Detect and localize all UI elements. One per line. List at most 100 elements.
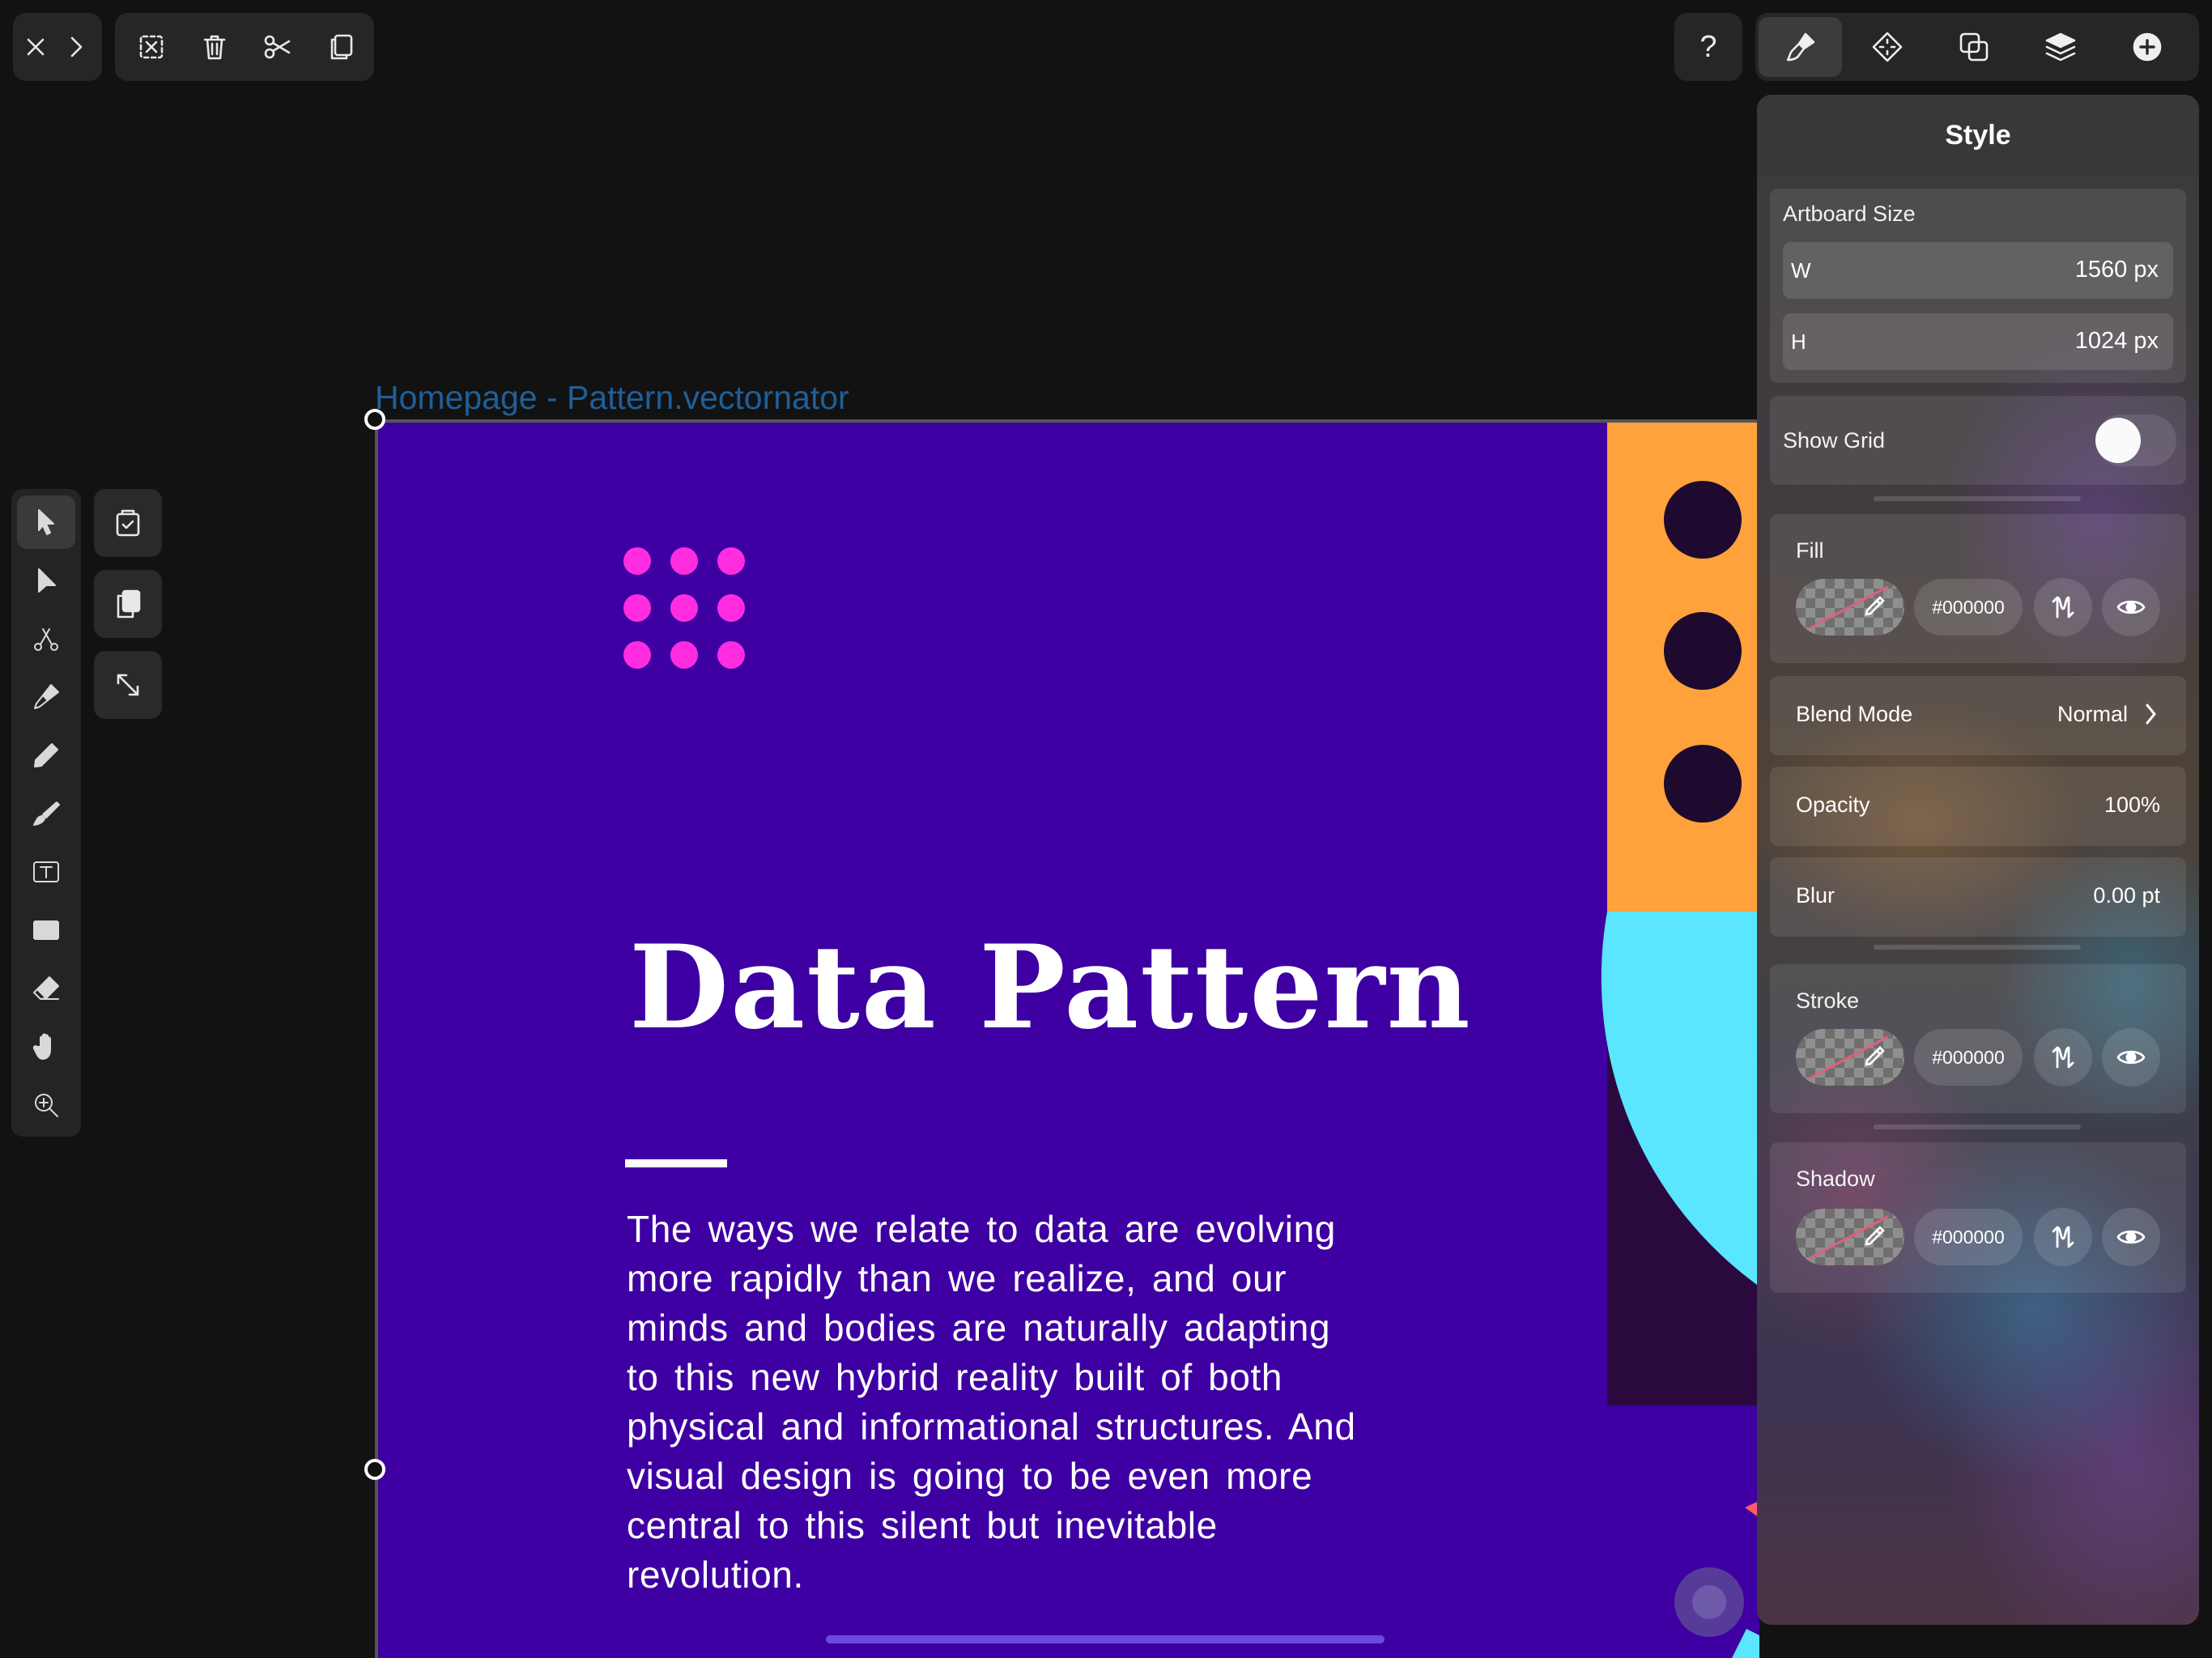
- eyedropper-icon: [1865, 596, 1885, 616]
- stroke-swap-button[interactable]: [2034, 1028, 2092, 1086]
- arrange-icon: [1872, 32, 1902, 62]
- tool-pencil[interactable]: [17, 729, 75, 782]
- trash-icon: [203, 35, 226, 60]
- zoom-icon: [35, 1094, 58, 1117]
- panel-title: Style: [1757, 95, 2199, 176]
- width-value: 1560 px: [2074, 257, 2159, 283]
- stroke-card: Stroke #000000: [1770, 964, 2186, 1113]
- section-divider: [1874, 945, 2081, 950]
- paste-button[interactable]: [94, 489, 162, 557]
- copy-icon: [117, 589, 141, 619]
- text-icon: [33, 861, 59, 882]
- section-divider: [1874, 496, 2081, 501]
- fill-card: Fill #000000: [1770, 514, 2186, 663]
- shadow-swatch[interactable]: [1796, 1209, 1904, 1265]
- tab-layers[interactable]: [2018, 17, 2102, 77]
- opacity-label: Opacity: [1796, 793, 1870, 817]
- tab-path-operations[interactable]: [1932, 17, 2015, 77]
- artboard-title[interactable]: Homepage - Pattern.vectornator: [375, 379, 849, 417]
- swap-icon: [2052, 596, 2074, 619]
- blur-row[interactable]: Blur 0.00 pt: [1770, 857, 2186, 937]
- opacity-value: 100%: [2104, 793, 2160, 817]
- opacity-row[interactable]: Opacity 100%: [1770, 767, 2186, 846]
- section-divider: [1874, 1124, 2081, 1129]
- shadow-label: Shadow: [1796, 1167, 1875, 1191]
- delete-button[interactable]: [183, 13, 246, 81]
- tool-direct-select[interactable]: [17, 554, 75, 607]
- shadow-visibility-button[interactable]: [2102, 1208, 2160, 1266]
- width-key: W: [1791, 258, 1811, 283]
- blend-mode-value: Normal: [2057, 702, 2128, 726]
- tool-brush[interactable]: [17, 787, 75, 840]
- tool-text[interactable]: [17, 845, 75, 899]
- tool-eraser[interactable]: [17, 962, 75, 1015]
- direct-select-icon: [38, 568, 56, 593]
- cut-button[interactable]: [246, 13, 309, 81]
- tool-hand[interactable]: [17, 1020, 75, 1073]
- horizontal-scrollbar[interactable]: [826, 1635, 1385, 1643]
- fill-hex-field[interactable]: #000000: [1914, 579, 2023, 636]
- tool-node-scissors[interactable]: [17, 612, 75, 665]
- paste-icon: [116, 509, 140, 537]
- eraser-icon: [33, 976, 59, 1000]
- duplicate-icon: [330, 34, 353, 60]
- scissors-icon: [264, 35, 291, 59]
- stroke-swatch[interactable]: [1796, 1029, 1904, 1086]
- floating-action-button[interactable]: [1674, 1567, 1744, 1637]
- deselect-button[interactable]: [120, 13, 183, 81]
- pen-icon: [34, 684, 59, 709]
- width-field[interactable]: W 1560 px: [1783, 242, 2173, 299]
- blur-value: 0.00 pt: [2093, 883, 2160, 908]
- fill-label: Fill: [1796, 538, 1824, 563]
- history-toolbar: [13, 13, 102, 81]
- stroke-label: Stroke: [1796, 988, 1860, 1013]
- swap-icon: [2052, 1226, 2074, 1248]
- close-icon: [27, 38, 44, 56]
- duplicate-button[interactable]: [309, 13, 372, 81]
- fit-expand-button[interactable]: [94, 651, 162, 719]
- node-scissors-icon: [34, 628, 58, 651]
- fab-inner-icon: [1692, 1585, 1726, 1619]
- fit-expand-icon: [117, 674, 139, 696]
- fill-visibility-button[interactable]: [2102, 578, 2160, 636]
- eye-icon: [2116, 1230, 2146, 1244]
- stroke-hex-field[interactable]: #000000: [1914, 1029, 2023, 1086]
- blend-mode-row[interactable]: Blend Mode Normal: [1770, 676, 2186, 755]
- artboard-size-card: Artboard Size W 1560 px H 1024 px: [1770, 189, 2186, 383]
- edit-toolbar: [115, 13, 374, 81]
- shadow-hex-field[interactable]: #000000: [1914, 1209, 2023, 1265]
- chevron-right-icon: [70, 36, 82, 57]
- blur-label: Blur: [1796, 883, 1836, 908]
- help-label: ?: [1699, 29, 1717, 64]
- close-button[interactable]: [13, 13, 57, 81]
- fill-swatch[interactable]: [1796, 579, 1904, 636]
- height-field[interactable]: H 1024 px: [1783, 313, 2173, 370]
- style-panel: Style Artboard Size W 1560 px H 1024 px …: [1757, 95, 2199, 1625]
- toggle-knob: [2095, 418, 2141, 463]
- layers-icon: [2045, 32, 2075, 62]
- tool-zoom[interactable]: [17, 1078, 75, 1132]
- tool-rectangle[interactable]: [17, 903, 75, 957]
- show-grid-label: Show Grid: [1783, 428, 1886, 453]
- copy-button[interactable]: [94, 570, 162, 638]
- tool-pen[interactable]: [17, 670, 75, 724]
- redo-button[interactable]: [57, 13, 94, 81]
- artboard-size-label: Artboard Size: [1783, 202, 1916, 226]
- tab-arrange[interactable]: [1845, 17, 1929, 77]
- show-grid-toggle[interactable]: [2095, 414, 2176, 466]
- stroke-visibility-button[interactable]: [2102, 1028, 2160, 1086]
- tools-bar: [11, 489, 81, 1137]
- resize-handle-top-left[interactable]: [364, 409, 385, 430]
- tab-style[interactable]: [1759, 17, 1842, 77]
- tool-select[interactable]: [17, 495, 75, 549]
- shadow-swap-button[interactable]: [2034, 1208, 2092, 1266]
- help-button[interactable]: ?: [1674, 13, 1742, 81]
- eye-icon: [2116, 1050, 2146, 1065]
- swap-icon: [2052, 1046, 2074, 1069]
- fill-swap-button[interactable]: [2034, 578, 2092, 636]
- rectangle-icon: [33, 920, 59, 940]
- inspector-tabs: [1755, 13, 2199, 81]
- tab-add[interactable]: [2105, 17, 2189, 77]
- artboard[interactable]: Data Pattern The ways we relate to data …: [375, 419, 1759, 1658]
- resize-handle-left-middle[interactable]: [364, 1459, 385, 1480]
